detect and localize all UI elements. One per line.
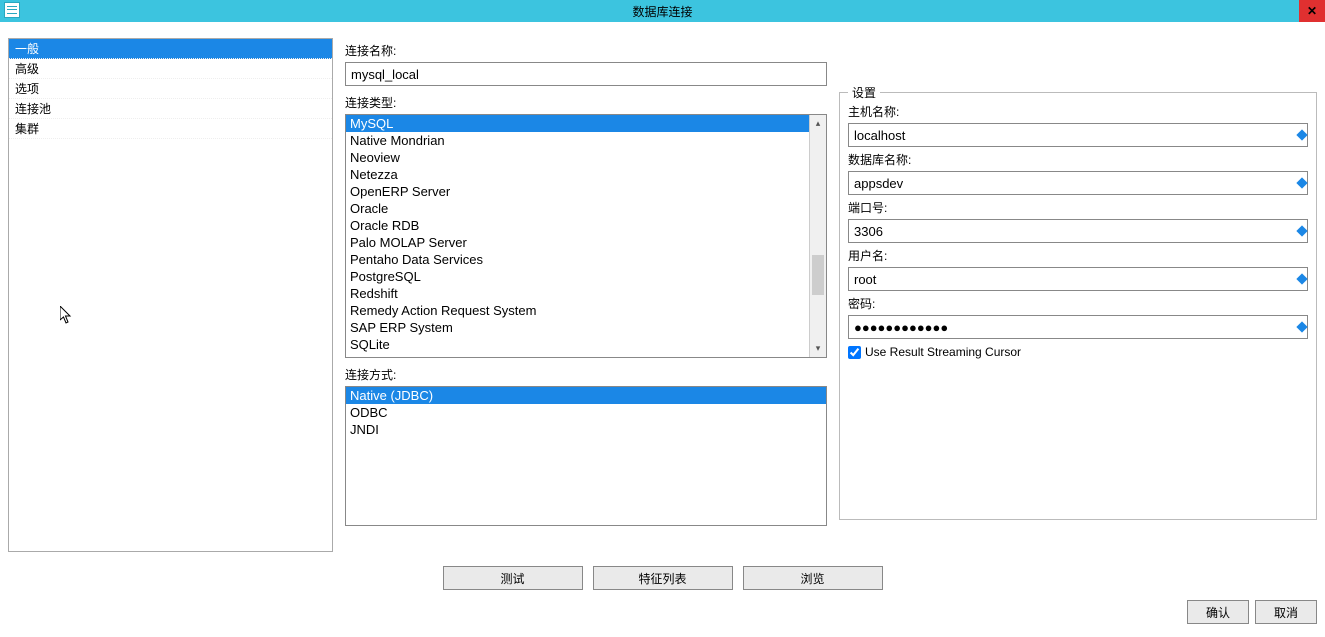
connection-type-list[interactable]: MySQLNative MondrianNeoviewNetezzaOpenER… bbox=[345, 114, 827, 358]
db-label: 数据库名称: bbox=[848, 151, 1308, 168]
connection-name-input[interactable] bbox=[345, 62, 827, 86]
list-item[interactable]: PostgreSQL bbox=[346, 268, 809, 285]
settings-legend: 设置 bbox=[848, 84, 880, 101]
db-input[interactable] bbox=[848, 171, 1308, 195]
cancel-button[interactable]: 取消 bbox=[1255, 600, 1317, 624]
list-item[interactable]: Redshift bbox=[346, 285, 809, 302]
close-button[interactable]: ✕ bbox=[1299, 0, 1325, 22]
list-item[interactable]: JNDI bbox=[346, 421, 826, 438]
nav-item[interactable]: 一般 bbox=[9, 39, 332, 59]
nav-item[interactable]: 选项 bbox=[9, 79, 332, 99]
scroll-up-icon[interactable]: ▴ bbox=[810, 115, 826, 132]
streaming-cursor-checkbox[interactable] bbox=[848, 346, 861, 359]
list-item[interactable]: Oracle RDB bbox=[346, 217, 809, 234]
window-title: 数据库连接 bbox=[632, 3, 692, 20]
dialog-button-row: 确认 取消 bbox=[0, 596, 1325, 630]
user-label: 用户名: bbox=[848, 247, 1308, 264]
list-item[interactable]: OpenERP Server bbox=[346, 183, 809, 200]
port-input[interactable] bbox=[848, 219, 1308, 243]
ok-button[interactable]: 确认 bbox=[1187, 600, 1249, 624]
list-item[interactable]: Netezza bbox=[346, 166, 809, 183]
scroll-down-icon[interactable]: ▾ bbox=[810, 340, 826, 357]
host-input[interactable] bbox=[848, 123, 1308, 147]
list-item[interactable]: Remedy Action Request System bbox=[346, 302, 809, 319]
scrollbar[interactable]: ▴ ▾ bbox=[809, 115, 826, 357]
access-method-label: 连接方式: bbox=[345, 366, 827, 383]
feature-list-button[interactable]: 特征列表 bbox=[593, 566, 733, 590]
list-item[interactable]: ODBC bbox=[346, 404, 826, 421]
list-item[interactable]: Native (JDBC) bbox=[346, 387, 826, 404]
system-menu-icon[interactable] bbox=[4, 2, 20, 18]
close-icon: ✕ bbox=[1307, 4, 1317, 18]
list-item[interactable]: Pentaho Data Services bbox=[346, 251, 809, 268]
list-item[interactable]: Neoview bbox=[346, 149, 809, 166]
password-label: 密码: bbox=[848, 295, 1308, 312]
connection-type-label: 连接类型: bbox=[345, 94, 827, 111]
list-item[interactable]: Palo MOLAP Server bbox=[346, 234, 809, 251]
test-button[interactable]: 测试 bbox=[443, 566, 583, 590]
password-input[interactable] bbox=[848, 315, 1308, 339]
user-input[interactable] bbox=[848, 267, 1308, 291]
list-item[interactable]: SQLite bbox=[346, 336, 809, 353]
browse-button[interactable]: 浏览 bbox=[743, 566, 883, 590]
list-item[interactable]: Native Mondrian bbox=[346, 132, 809, 149]
scrollbar-thumb[interactable] bbox=[812, 255, 824, 295]
streaming-cursor-label: Use Result Streaming Cursor bbox=[865, 345, 1021, 359]
action-button-row: 测试 特征列表 浏览 bbox=[0, 560, 1325, 596]
nav-item[interactable]: 集群 bbox=[9, 119, 332, 139]
list-item[interactable]: SAP ERP System bbox=[346, 319, 809, 336]
host-label: 主机名称: bbox=[848, 103, 1308, 120]
connection-name-label: 连接名称: bbox=[345, 42, 827, 59]
settings-group: 设置 主机名称: 数据库名称: 端口号: 用户名: 密码: Use Result… bbox=[839, 92, 1317, 520]
title-bar: 数据库连接 ✕ bbox=[0, 0, 1325, 22]
access-method-list[interactable]: Native (JDBC)ODBCJNDI bbox=[345, 386, 827, 526]
port-label: 端口号: bbox=[848, 199, 1308, 216]
list-item[interactable]: MySQL bbox=[346, 115, 809, 132]
list-item[interactable]: Oracle bbox=[346, 200, 809, 217]
nav-item[interactable]: 连接池 bbox=[9, 99, 332, 119]
nav-item[interactable]: 高级 bbox=[9, 59, 332, 79]
section-nav-list[interactable]: 一般高级选项连接池集群 bbox=[8, 38, 333, 552]
